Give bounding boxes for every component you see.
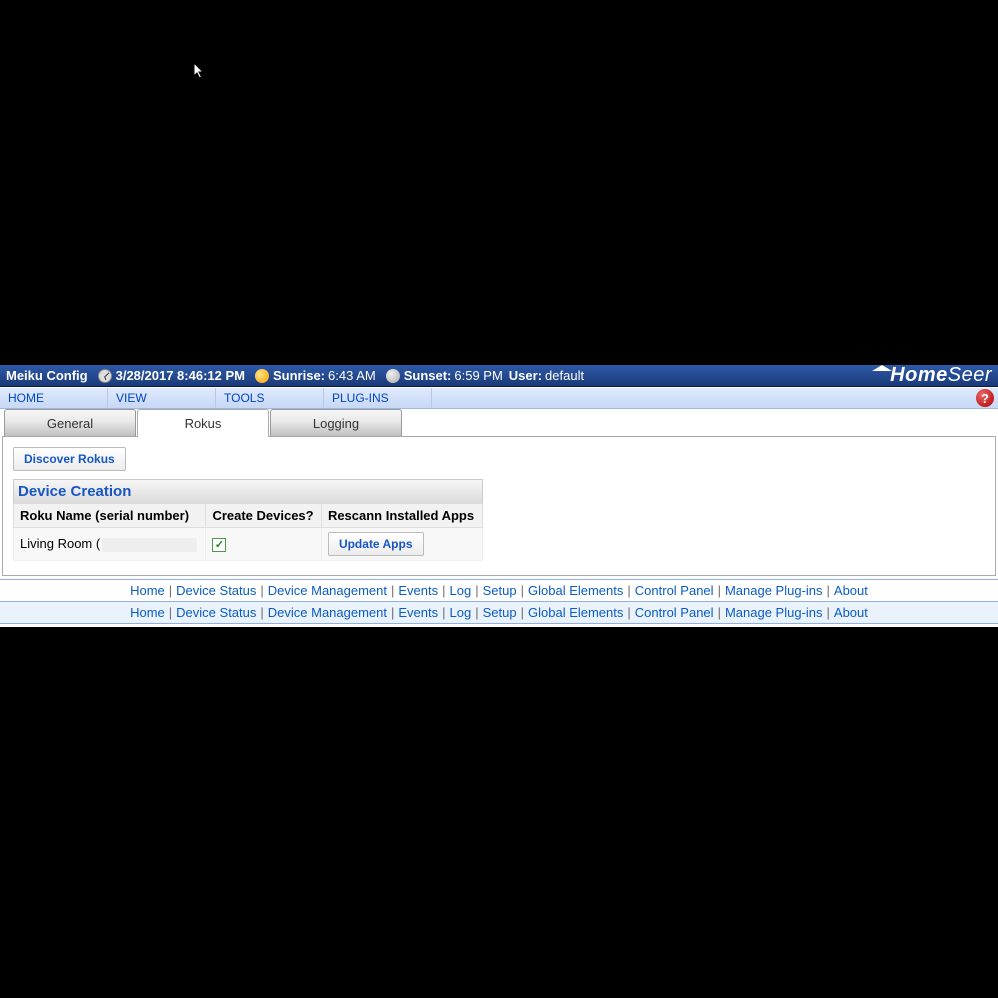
footer-link-about[interactable]: About [834, 583, 868, 598]
sunrise-value: 6:43 AM [328, 368, 376, 383]
footer-link-events[interactable]: Events [398, 605, 438, 620]
datetime: 3/28/2017 8:46:12 PM [116, 368, 245, 383]
main-nav: HOME VIEW TOOLS PLUG-INS ? [0, 387, 998, 409]
status-bar: Meiku Config 3/28/2017 8:46:12 PM Sunris… [0, 365, 998, 387]
sunrise-label: Sunrise:6:43 AM [273, 368, 376, 383]
col-create-devices: Create Devices? [206, 504, 322, 528]
footer-link-manage-plug-ins[interactable]: Manage Plug-ins [725, 583, 823, 598]
discover-rokus-button[interactable]: Discover Rokus [13, 447, 126, 471]
cell-rescan-apps: Update Apps [321, 528, 482, 561]
footer-link-global-elements[interactable]: Global Elements [528, 605, 623, 620]
footer-link-control-panel[interactable]: Control Panel [635, 583, 714, 598]
footer-link-events[interactable]: Events [398, 583, 438, 598]
app-title: Meiku Config [6, 368, 88, 383]
sunset-value: 6:59 PM [454, 368, 502, 383]
nav-home[interactable]: HOME [0, 388, 108, 408]
footer-link-setup[interactable]: Setup [483, 583, 517, 598]
moon-icon [386, 369, 400, 383]
footer-link-control-panel[interactable]: Control Panel [635, 605, 714, 620]
nav-view[interactable]: VIEW [108, 388, 216, 408]
user-label: User:default [509, 368, 584, 383]
nav-plugins[interactable]: PLUG-INS [324, 388, 432, 408]
content-area: General Rokus Logging Discover Rokus Dev… [0, 409, 998, 576]
col-roku-name: Roku Name (serial number) [14, 504, 206, 528]
sunset-label: Sunset:6:59 PM [404, 368, 503, 383]
footer-link-home[interactable]: Home [130, 583, 165, 598]
tab-general[interactable]: General [4, 409, 136, 437]
footer-link-home[interactable]: Home [130, 605, 165, 620]
tab-panel-rokus: Discover Rokus Device Creation Roku Name… [2, 436, 996, 576]
tab-rokus[interactable]: Rokus [137, 409, 269, 437]
config-tabs: General Rokus Logging [2, 409, 996, 437]
brand-logo: HomeSeer [872, 364, 992, 387]
mouse-cursor-icon [193, 63, 207, 81]
update-apps-button[interactable]: Update Apps [328, 532, 424, 556]
footer-link-about[interactable]: About [834, 605, 868, 620]
sun-icon [255, 369, 269, 383]
footer: Home|Device Status|Device Management|Eve… [0, 576, 998, 627]
device-creation-table: Roku Name (serial number) Create Devices… [13, 503, 483, 561]
roof-icon [872, 365, 892, 371]
redacted-serial [102, 538, 197, 552]
tab-logging[interactable]: Logging [270, 409, 402, 437]
footer-link-manage-plug-ins[interactable]: Manage Plug-ins [725, 605, 823, 620]
user-value: default [545, 368, 584, 383]
footer-link-device-management[interactable]: Device Management [268, 583, 387, 598]
footer-link-log[interactable]: Log [450, 583, 472, 598]
footer-link-global-elements[interactable]: Global Elements [528, 583, 623, 598]
nav-tools[interactable]: TOOLS [216, 388, 324, 408]
footer-link-log[interactable]: Log [450, 605, 472, 620]
table-row: Living Room ( Update Apps [14, 528, 483, 561]
footer-link-device-management[interactable]: Device Management [268, 605, 387, 620]
cell-roku-name: Living Room ( [14, 528, 206, 561]
footer-row-1: Home|Device Status|Device Management|Eve… [0, 579, 998, 602]
footer-link-setup[interactable]: Setup [483, 605, 517, 620]
create-devices-checkbox[interactable] [212, 538, 226, 552]
device-creation-heading: Device Creation [13, 479, 483, 503]
help-icon[interactable]: ? [976, 389, 994, 407]
footer-row-2: Home|Device Status|Device Management|Eve… [0, 602, 998, 624]
col-rescan-apps: Rescann Installed Apps [321, 504, 482, 528]
cell-create-devices [206, 528, 322, 561]
clock-icon [98, 369, 112, 383]
roku-name-text: Living Room ( [20, 536, 100, 551]
footer-link-device-status[interactable]: Device Status [176, 605, 256, 620]
footer-link-device-status[interactable]: Device Status [176, 583, 256, 598]
